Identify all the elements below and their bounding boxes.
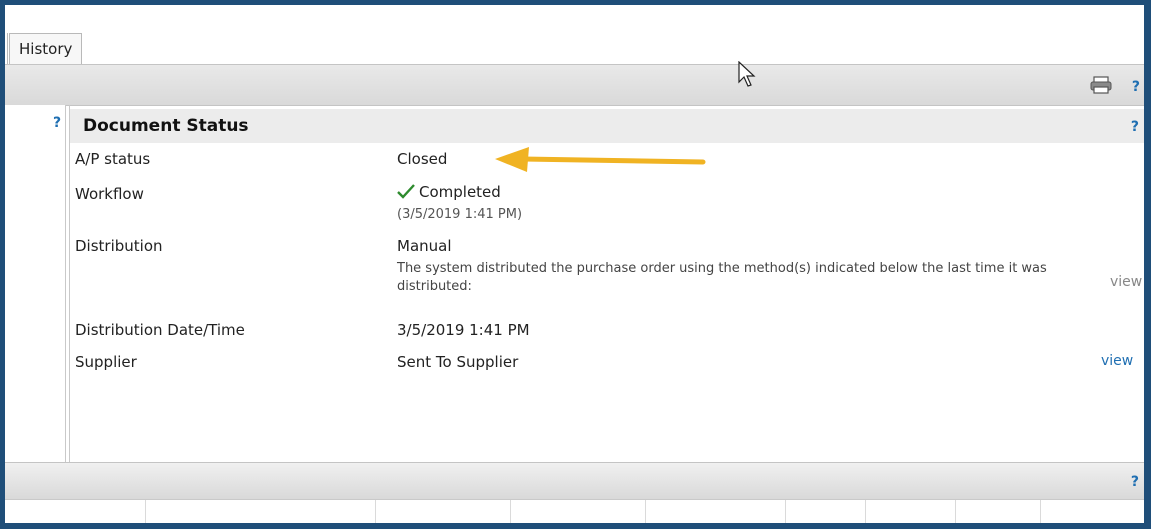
annotation-arrow-icon [495,147,706,172]
column-divider [145,500,146,523]
document-status-header: Document Status ? [70,109,1144,143]
toolbar: ? [5,64,1144,106]
column-divider [375,500,376,523]
column-divider [955,500,956,523]
workflow-value-group: Completed [397,183,501,201]
ap-status-value: Closed [397,150,448,168]
column-divider [865,500,866,523]
window-frame: History ? ? Document Status ? A/P status… [0,0,1151,529]
ap-status-label: A/P status [75,150,151,168]
panel-help-icon[interactable]: ? [1131,119,1139,135]
panel-title: Document Status [83,116,249,136]
bottom-help-icon[interactable]: ? [1131,474,1139,490]
workflow-value: Completed [419,183,501,201]
workflow-label: Workflow [75,185,144,203]
checkmark-icon [397,184,415,199]
table-header-row [5,499,1144,523]
workflow-time: (3/5/2019 1:41 PM) [397,207,523,222]
column-divider [1040,500,1041,523]
pane-divider [69,105,70,462]
supplier-view-link[interactable]: view [1101,353,1133,369]
printer-icon[interactable] [1090,76,1112,94]
toolbar-help-icon[interactable]: ? [1132,79,1140,95]
distribution-note: The system distributed the purchase orde… [397,261,1047,294]
supplier-value: Sent To Supplier [397,353,519,371]
tab-history[interactable]: History [9,33,83,64]
distribution-datetime-label: Distribution Date/Time [75,321,245,339]
distribution-datetime-value: 3/5/2019 1:41 PM [397,321,530,339]
left-pane: ? [5,105,66,462]
column-divider [645,500,646,523]
distribution-value: Manual [397,237,452,255]
tab-edge [5,33,8,64]
column-divider [510,500,511,523]
mouse-cursor-icon [738,61,756,87]
tab-strip: History [5,5,1144,65]
supplier-label: Supplier [75,353,137,371]
bottom-section-bar: ? [5,462,1144,499]
column-divider [785,500,786,523]
distribution-view-link[interactable]: view [1110,274,1142,290]
left-pane-help-icon[interactable]: ? [53,115,61,131]
distribution-label: Distribution [75,237,163,255]
